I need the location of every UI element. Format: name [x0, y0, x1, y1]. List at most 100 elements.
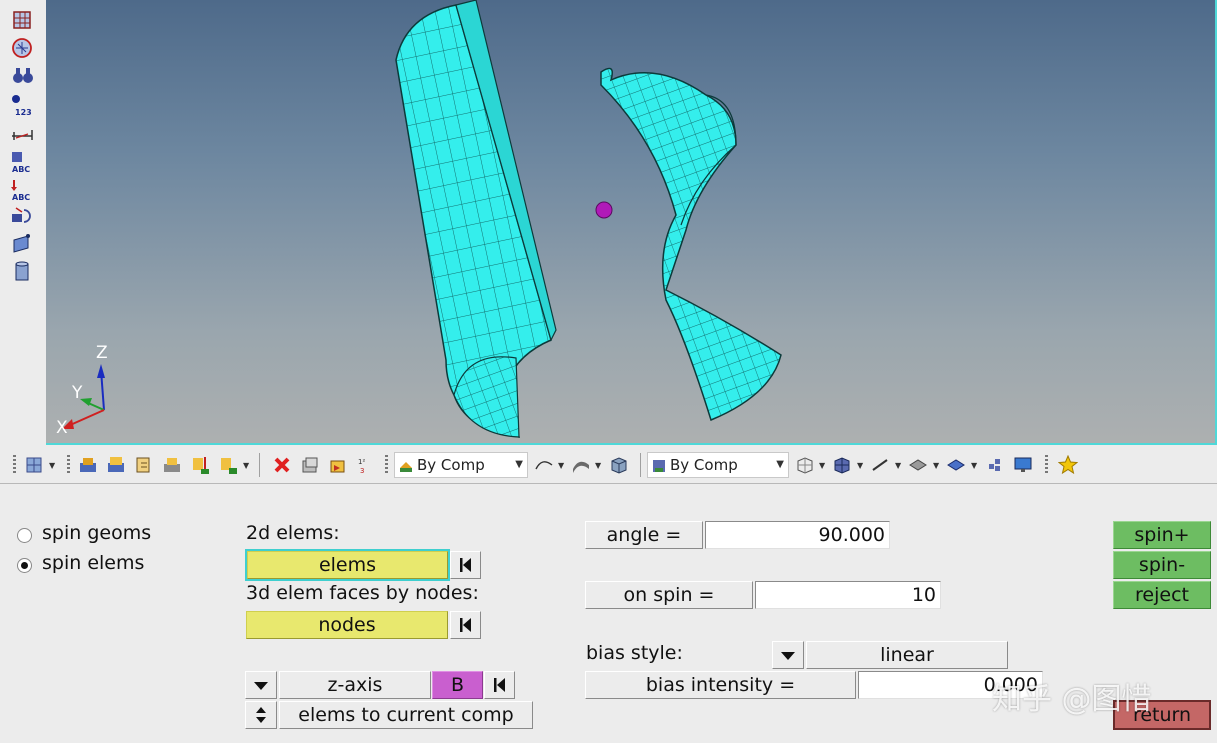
info-123-icon[interactable]: 123: [10, 92, 36, 117]
delete-icon[interactable]: [272, 455, 292, 475]
nodes-selector-button[interactable]: nodes: [246, 611, 448, 639]
axis-reset-button[interactable]: [484, 671, 515, 699]
label-abc-icon[interactable]: ABC: [10, 150, 36, 174]
base-node-button[interactable]: B: [432, 671, 483, 699]
geometry-shaded-icon[interactable]: [571, 455, 591, 475]
model-view: Z Y X: [56, 0, 782, 438]
chevron-down-icon: [781, 652, 795, 660]
reject-button[interactable]: reject: [1113, 581, 1211, 609]
monitor-icon[interactable]: [1013, 455, 1033, 475]
line-icon[interactable]: [870, 455, 890, 475]
components-icon[interactable]: [78, 455, 98, 475]
bias-style-label: bias style:: [586, 642, 683, 664]
shaded-cube-icon[interactable]: [832, 455, 852, 475]
systems-dropdown-icon[interactable]: ▼: [243, 461, 249, 470]
parts-icon[interactable]: [134, 455, 154, 475]
nodes-reset-button[interactable]: [450, 611, 481, 639]
mesh-display-dropdown-icon[interactable]: ▼: [49, 461, 55, 470]
on-spin-input[interactable]: 10: [755, 581, 941, 609]
up-down-arrows-icon: [256, 707, 266, 723]
measure-icon[interactable]: [10, 122, 36, 146]
numbers-icon[interactable]: 1² 3: [356, 455, 376, 475]
angle-input[interactable]: 90.000: [705, 521, 890, 549]
rotate-icon[interactable]: [10, 204, 36, 228]
axis-dropdown-button[interactable]: [245, 671, 277, 699]
assemblies-icon[interactable]: [106, 455, 126, 475]
surface-icon[interactable]: [10, 232, 36, 256]
spin-plus-button[interactable]: spin+: [1113, 521, 1211, 549]
shaded-elements-icon[interactable]: [534, 455, 554, 475]
element-color-icon: [398, 457, 414, 481]
label-3d-faces: 3d elem faces by nodes:: [246, 582, 479, 604]
axis-x-label: X: [56, 418, 68, 438]
loads-icon[interactable]: [190, 455, 210, 475]
reverse-icon: [494, 678, 505, 692]
chevron-down-icon: [254, 682, 268, 690]
on-spin-label-button[interactable]: on spin =: [585, 581, 753, 609]
angle-label-button[interactable]: angle =: [585, 521, 703, 549]
mesh-surface-right: [600, 67, 782, 422]
plane-icon[interactable]: [908, 455, 928, 475]
mesh-circle-icon[interactable]: [10, 36, 36, 60]
elems-reset-button[interactable]: [450, 551, 481, 579]
plane-dropdown-icon[interactable]: ▼: [933, 461, 939, 470]
axis-y-label: Y: [71, 383, 83, 403]
svg-text:3: 3: [360, 467, 364, 475]
radio-spin-geoms[interactable]: [17, 528, 32, 543]
bias-style-button[interactable]: linear: [806, 641, 1008, 669]
radio-spin-elems[interactable]: [17, 558, 32, 573]
toolbar-grip-4: [1045, 455, 1048, 475]
cylinder-icon[interactable]: [10, 260, 36, 284]
z-axis-button[interactable]: z-axis: [279, 671, 431, 699]
spin-minus-button[interactable]: spin-: [1113, 551, 1211, 579]
shaded-cube-dropdown-icon[interactable]: ▼: [857, 461, 863, 470]
mask-icon[interactable]: [300, 455, 320, 475]
star-icon[interactable]: [1057, 454, 1079, 475]
wireframe-dropdown-icon[interactable]: ▼: [819, 461, 825, 470]
shaded-dropdown-icon[interactable]: ▼: [558, 461, 564, 470]
geometry-shaded-dropdown-icon[interactable]: ▼: [595, 461, 601, 470]
vector-abc-icon[interactable]: ABC: [10, 178, 36, 202]
solid-box-icon[interactable]: [609, 455, 629, 475]
toolbar-grip-3: [385, 455, 388, 475]
bias-style-dropdown-button[interactable]: [772, 641, 804, 669]
bias-intensity-label-button[interactable]: bias intensity =: [585, 671, 856, 699]
mesh-grid-icon[interactable]: [10, 8, 36, 32]
temp-node-sphere: [595, 201, 613, 219]
elems-selector-button[interactable]: elems: [245, 549, 450, 581]
graphics-viewport[interactable]: Z Y X: [46, 0, 1217, 445]
chevron-down-icon: ▼: [515, 459, 523, 470]
svg-text:ABC: ABC: [12, 193, 30, 202]
axis-triad: Z Y X: [56, 343, 108, 438]
left-toolbar: 123 ABC ABC: [0, 0, 47, 445]
visualization-toolbar: ▼ ▼ 1² 3 By Comp ▼ ▼ ▼ By Comp ▼ ▼ ▼ ▼ ▼ …: [0, 447, 1217, 484]
element-color-mode-combo[interactable]: By Comp ▼: [394, 452, 528, 478]
toolbar-grip-2: [67, 455, 70, 475]
radio-spin-elems-label: spin elems: [42, 552, 145, 574]
elements-grid-icon[interactable]: [986, 455, 1006, 475]
line-dropdown-icon[interactable]: ▼: [895, 461, 901, 470]
svg-text:ABC: ABC: [12, 165, 30, 174]
wireframe-cube-icon[interactable]: [795, 455, 815, 475]
comp-toggle-button[interactable]: [245, 701, 277, 729]
binoculars-icon[interactable]: [10, 64, 36, 88]
geometry-color-mode-combo[interactable]: By Comp ▼: [647, 452, 789, 478]
elems-to-current-comp-button[interactable]: elems to current comp: [279, 701, 533, 729]
reverse-icon: [460, 558, 471, 572]
mesh-solid-left: [395, 0, 557, 438]
unmask-icon[interactable]: [328, 455, 348, 475]
mesh-display-icon[interactable]: [24, 455, 44, 475]
radio-spin-geoms-label: spin geoms: [42, 522, 152, 544]
svg-text:123: 123: [15, 108, 32, 116]
geometry-color-label: By Comp: [670, 456, 738, 474]
surface-shaded-icon[interactable]: [946, 455, 966, 475]
surface-dropdown-icon[interactable]: ▼: [971, 461, 977, 470]
load-collectors-icon[interactable]: [162, 455, 182, 475]
systems-icon[interactable]: [218, 455, 238, 475]
geometry-color-icon: [651, 457, 667, 481]
chevron-down-icon: ▼: [776, 459, 784, 470]
svg-text:1²: 1²: [358, 458, 365, 466]
watermark-text: 知乎 @图惜: [992, 682, 1152, 717]
toolbar-grip[interactable]: [13, 455, 16, 475]
axis-z-label: Z: [96, 343, 108, 363]
